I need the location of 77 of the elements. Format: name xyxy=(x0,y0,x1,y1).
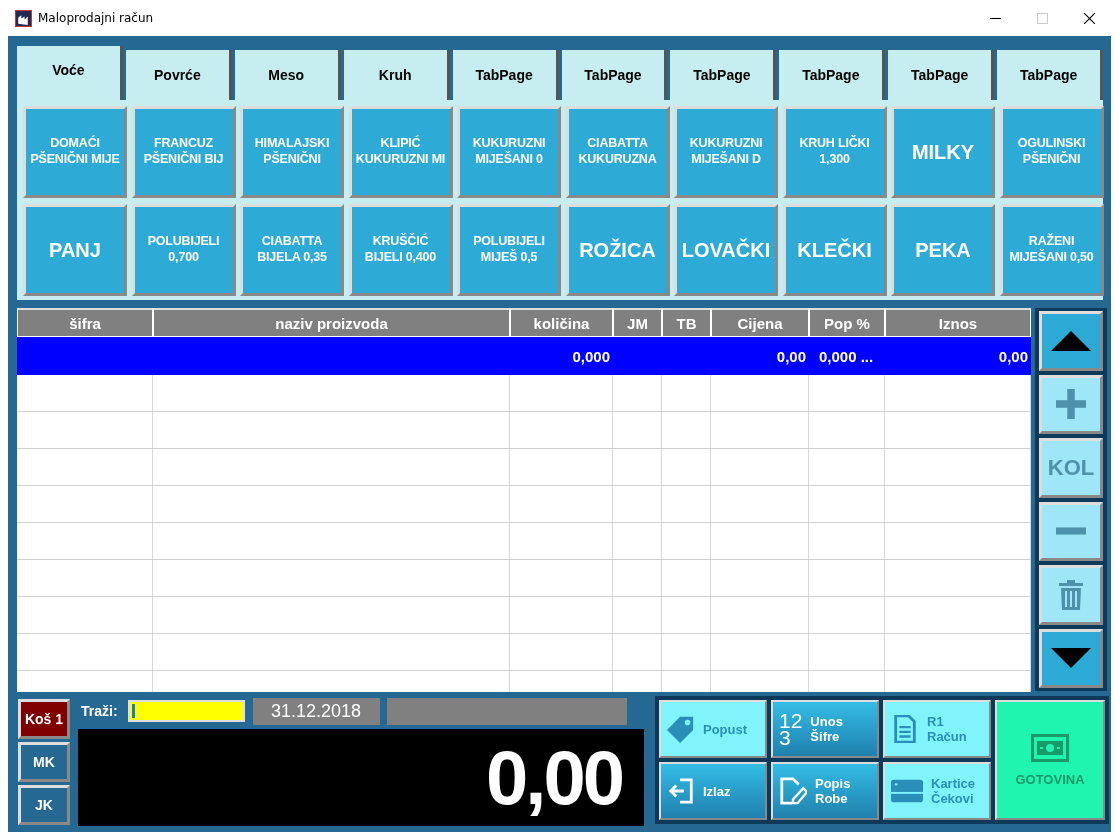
table-cell: 0,000 ... xyxy=(819,347,874,365)
product-button[interactable]: POLUBIJELI 0,700 xyxy=(131,204,236,296)
column-header: šifra xyxy=(17,308,153,337)
scroll-up-button[interactable] xyxy=(1039,311,1103,371)
product-button[interactable]: CIABATTA BIJELA 0,35 xyxy=(240,204,344,296)
product-button[interactable]: LOVAČKI xyxy=(674,204,778,296)
product-button[interactable]: CIABATTA KUKURUZNA xyxy=(565,106,670,198)
trash-icon xyxy=(1056,579,1086,610)
close-icon[interactable] xyxy=(1084,12,1095,24)
product-button[interactable]: PEKA xyxy=(891,204,995,296)
category-tab[interactable]: TabPage xyxy=(670,50,777,100)
edit-document-icon xyxy=(779,777,807,805)
category-tab[interactable]: TabPage xyxy=(452,50,559,100)
cash-button[interactable]: GOTOVINA xyxy=(995,700,1105,820)
numbers-icon: 12 3 xyxy=(779,712,803,746)
basket-button[interactable]: JK xyxy=(18,785,70,825)
basket-button[interactable]: Koš 1 xyxy=(18,699,70,739)
up-triangle-icon xyxy=(1049,330,1093,351)
product-button[interactable]: PANJ xyxy=(23,204,127,296)
action-button[interactable]: 12 3 Unos Šifre xyxy=(771,700,879,758)
search-label: Traži: xyxy=(81,703,118,719)
banknote-icon xyxy=(1031,733,1069,762)
table-cell: 0,000 xyxy=(572,347,610,365)
action-label: Kartice Čekovi xyxy=(931,776,976,806)
product-button[interactable]: RAŽENI MIJEŠANI 0,50 xyxy=(999,204,1104,296)
column-header: Cijena xyxy=(711,308,809,337)
product-button[interactable]: MILKY xyxy=(891,106,995,198)
product-button[interactable]: KUKURUZNI MIJEŠANI 0 xyxy=(457,106,561,198)
scroll-down-button[interactable] xyxy=(1039,628,1103,688)
category-tab[interactable]: TabPage xyxy=(997,50,1104,100)
category-tab[interactable]: TabPage xyxy=(888,50,995,100)
tag-icon xyxy=(667,715,695,743)
category-tab[interactable]: Meso xyxy=(234,50,341,100)
table-row[interactable]: 0,000 0,00 0,000 ... 0,00 xyxy=(17,337,1031,375)
action-label: Unos Šifre xyxy=(810,714,843,744)
date-display: 31.12.2018 xyxy=(252,697,380,725)
product-button[interactable]: KRUŠČIĆ BIJELI 0,400 xyxy=(348,204,453,296)
category-tab[interactable]: TabPage xyxy=(779,50,886,100)
product-button[interactable]: KUKURUZNI MIJEŠANI D xyxy=(674,106,778,198)
exit-icon xyxy=(667,777,695,805)
category-tab[interactable]: Voće xyxy=(17,46,123,100)
column-header: JM xyxy=(613,308,662,337)
action-label: Popis Robe xyxy=(815,776,851,806)
category-tab[interactable]: TabPage xyxy=(561,50,668,100)
category-tab[interactable]: Povrće xyxy=(125,50,232,100)
column-header: količina xyxy=(510,308,613,337)
action-button[interactable]: Popis Robe xyxy=(771,762,879,820)
product-button[interactable]: FRANCUZ PŠENIČNI BIJ xyxy=(131,106,236,198)
product-button[interactable]: KLEČKI xyxy=(782,204,887,296)
action-label: Popust xyxy=(703,721,748,737)
column-header: TB xyxy=(662,308,711,337)
product-button[interactable]: HIMALAJSKI PŠENIČNI xyxy=(240,106,344,198)
column-header: Iznos xyxy=(885,308,1031,337)
basket-button[interactable]: MK xyxy=(18,742,70,782)
window-title: Maloprodajni račun xyxy=(38,11,154,25)
product-button[interactable]: OGULINSKI PŠENIČNI xyxy=(999,106,1104,198)
down-triangle-icon xyxy=(1049,648,1093,669)
document-icon xyxy=(891,715,919,743)
product-button[interactable]: DOMAĆI PŠENIČNI MIJE xyxy=(23,106,127,198)
action-label: Izlaz xyxy=(703,783,731,799)
product-button[interactable]: KLIPIĆ KUKURUZNI MI xyxy=(348,106,453,198)
product-button[interactable]: POLUBIJELI MIJEŠ 0,5 xyxy=(457,204,561,296)
credit-card-icon xyxy=(891,777,923,805)
minus-icon xyxy=(1056,527,1086,536)
total-display: 0,00 xyxy=(78,729,644,826)
action-button[interactable]: Izlaz xyxy=(659,762,767,820)
search-field[interactable] xyxy=(127,700,245,722)
table-cell: 0,00 xyxy=(776,347,806,365)
product-button[interactable]: ROŽICA xyxy=(565,204,670,296)
action-label: R1 Račun xyxy=(927,714,967,744)
column-header: naziv proizvoda xyxy=(153,308,510,337)
column-header: Pop % xyxy=(809,308,885,337)
product-button[interactable]: KRUH LIČKI 1,300 xyxy=(782,106,887,198)
app-icon xyxy=(15,9,32,27)
plus-icon xyxy=(1056,389,1086,420)
table-cell: 0,00 xyxy=(998,347,1028,365)
category-tab[interactable]: Kruh xyxy=(343,50,450,100)
